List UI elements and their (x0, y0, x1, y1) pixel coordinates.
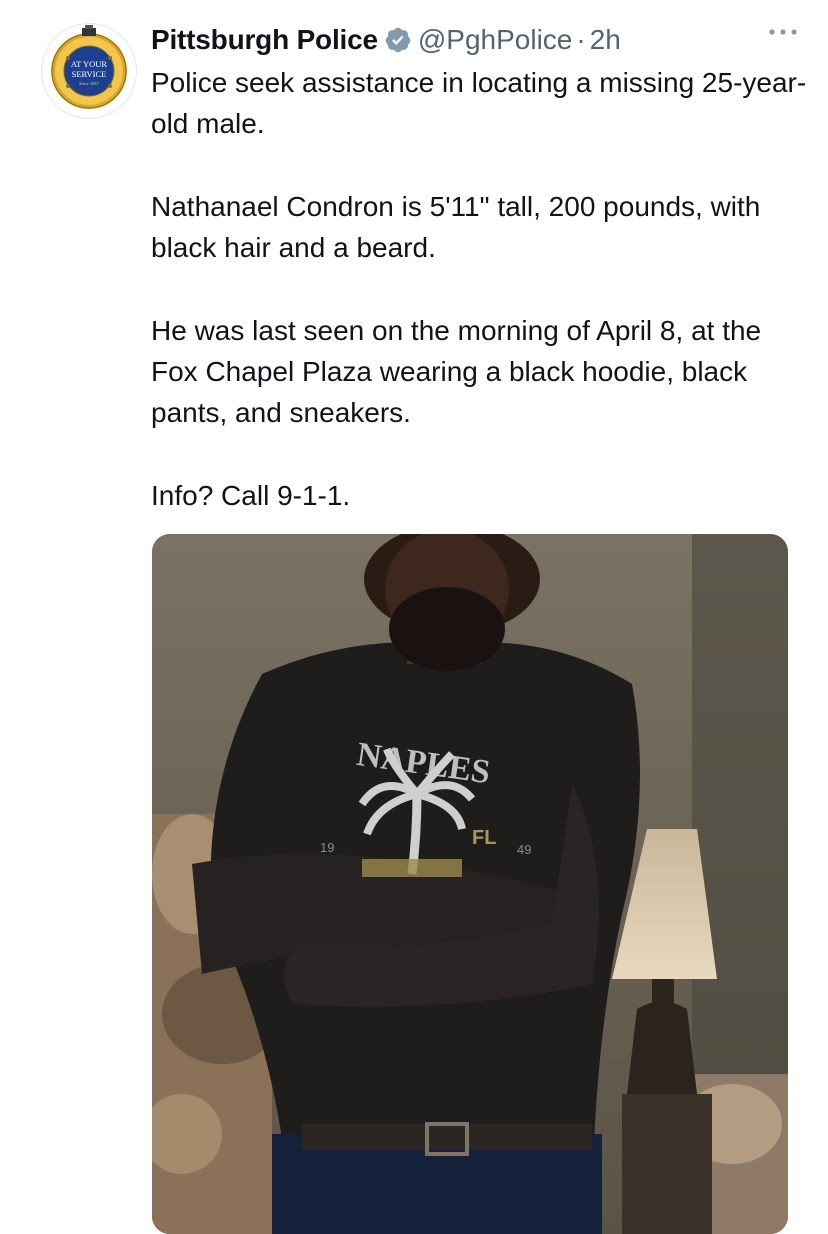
police-badge-logo: AT YOUR SERVICE Since 1857 (51, 25, 127, 109)
tweet-text: Police seek assistance in locating a mis… (151, 62, 811, 516)
tweet-header: Pittsburgh Police @PghPolice · 2h (151, 20, 808, 60)
author-handle[interactable]: @PghPolice (418, 24, 573, 56)
shirt-print-num-right: 49 (517, 842, 531, 857)
shirt-print-fl: FL (472, 827, 496, 849)
tweet-timestamp[interactable]: 2h (590, 24, 621, 56)
beard (389, 587, 505, 671)
tweet-paragraph: Info? Call 9-1-1. (151, 479, 351, 511)
verified-badge-icon (385, 27, 411, 53)
tweet-paragraph: Nathanael Condron is 5'11" tall, 200 pou… (151, 190, 761, 264)
shirt-print-num-left: 19 (320, 840, 334, 855)
tweet-paragraph: He was last seen on the morning of April… (151, 314, 762, 429)
tweet-photo[interactable]: NAPLES FL 19 49 (152, 534, 788, 1234)
badge-text-line-2: SERVICE (72, 69, 107, 79)
badge-text-line-3: Since 1857 (79, 81, 100, 86)
more-horizontal-icon[interactable] (766, 22, 800, 42)
tweet-paragraph: Police seek assistance in locating a mis… (151, 67, 807, 140)
author-avatar[interactable]: AT YOUR SERVICE Since 1857 (42, 24, 136, 118)
badge-text-line-1: AT YOUR (71, 59, 107, 69)
author-display-name[interactable]: Pittsburgh Police (151, 24, 378, 56)
header-separator: · (576, 24, 586, 55)
lamp-base (627, 1001, 697, 1104)
photo-illustration: NAPLES FL 19 49 (152, 534, 788, 1234)
belt (302, 1124, 592, 1150)
